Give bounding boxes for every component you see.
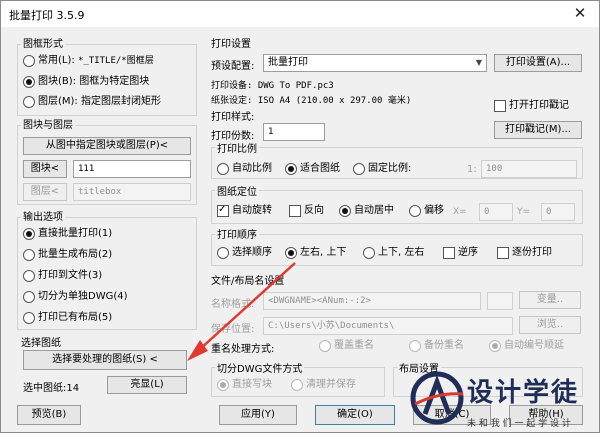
order-label: 打印顺序 — [215, 226, 259, 241]
block-name-input[interactable]: 111 — [73, 160, 191, 178]
duplicate-handling-label: 重名处理方式: — [211, 344, 275, 355]
watermark-name: 设计学徒 — [467, 378, 580, 408]
ok-button[interactable]: 确定(O) — [315, 405, 395, 425]
scale-fixed[interactable]: 固定比例: — [353, 162, 411, 176]
position-label: 图纸定位 — [215, 183, 259, 198]
print-stamp-button[interactable]: 打印戳记(M)... — [494, 121, 582, 139]
apply-button[interactable]: 应用(Y) — [219, 405, 297, 425]
dup-auto-number: 自动编号顺延 — [489, 339, 564, 353]
save-path-input: C:\Users\小苏\Documents\ — [263, 317, 513, 335]
layer-pick-button: 图层< — [23, 183, 67, 201]
frame-option-layer[interactable]: 图层(M): 指定图层封闭矩形 — [23, 95, 161, 109]
paper-line: 纸张设定: ISO A4 (210.00 x 297.00 毫米) — [211, 96, 412, 106]
copies-input[interactable]: 1 — [263, 123, 325, 141]
watermark-logo: 设计学徒 未 和 我 们 一 起 学 设 计 — [405, 368, 600, 434]
split-write-block: 直接写块 — [217, 378, 272, 392]
frame-option-block[interactable]: 图块(B): 图框为特定图块 — [23, 75, 149, 89]
scale-ratio-label: 1: — [467, 164, 477, 175]
reverse-checkbox[interactable]: 反向 — [289, 204, 324, 218]
layer-name-input: titlebox — [73, 183, 191, 201]
block-pick-button[interactable]: 图块< — [23, 160, 67, 178]
chevron-down-icon: ▼ — [475, 58, 482, 67]
dup-backup: 备份重名 — [409, 339, 464, 353]
output-print-to-file[interactable]: 打印到文件(3) — [23, 269, 102, 283]
offset-x-label: X= — [453, 207, 467, 217]
split-label: 切分DWG文件方式 — [215, 360, 305, 375]
save-path-label: 保存位置: — [211, 324, 255, 335]
dup-overwrite: 覆盖重名 — [319, 339, 374, 353]
output-direct-print[interactable]: 直接批量打印(1) — [23, 227, 112, 241]
print-settings-button[interactable]: 打印设置(A)... — [494, 54, 582, 72]
device-line: 打印设备: DWG To PDF.pc3 — [211, 81, 334, 91]
print-settings-label: 打印设置 — [209, 35, 253, 50]
preset-select[interactable]: 批量打印 ▼ — [263, 54, 487, 72]
offset-radio[interactable]: 偏移 — [409, 204, 444, 218]
offset-x-input: 0 — [479, 203, 513, 221]
close-icon[interactable]: ✕ — [571, 4, 589, 22]
preset-label: 预设配置: — [211, 61, 255, 72]
select-drawings-button[interactable]: 选择要处理的图纸(S) < — [23, 350, 187, 370]
frame-option-common[interactable]: 常用(L): *_TITLE/*图框层 — [23, 54, 154, 68]
reverse-order-checkbox[interactable]: 逆序 — [443, 246, 478, 260]
naming-label: 文件/布局名设置 — [209, 272, 287, 287]
scale-label: 打印比例 — [215, 140, 259, 155]
window-title: 批量打印 3.5.9 — [9, 9, 85, 22]
page-by-page-checkbox[interactable]: 逐份打印 — [497, 246, 552, 260]
output-split-dwg[interactable]: 切分为单独DWG(4) — [23, 290, 128, 304]
name-extra-input — [487, 292, 513, 310]
pick-block-layer-button[interactable]: 从图中指定图块或图层(P)< — [23, 137, 191, 155]
variables-button: 变量.. — [519, 291, 581, 309]
output-label: 输出选项 — [21, 208, 65, 223]
order-left-right[interactable]: 左右, 上下 — [285, 246, 346, 260]
scale-fit[interactable]: 适合图纸 — [285, 162, 340, 176]
highlight-button[interactable]: 亮显(L) — [107, 376, 187, 394]
offset-y-label: Y= — [517, 207, 531, 217]
style-line: 打印样式: — [211, 112, 255, 123]
name-format-label: 名称格式: — [211, 299, 255, 310]
block-layer-label: 图块与图层 — [21, 116, 75, 131]
select-drawings-label: 选择图纸 — [21, 338, 61, 349]
output-generate-layout[interactable]: 批量生成布局(2) — [23, 248, 112, 262]
browse-button: 浏览.. — [519, 316, 581, 334]
output-print-existing-layout[interactable]: 打印已有布局(5) — [23, 311, 112, 325]
auto-center-radio[interactable]: 自动居中 — [339, 204, 394, 218]
title-bar: 批量打印 3.5.9 ✕ — [1, 1, 599, 27]
preview-button[interactable]: 预览(B) — [17, 405, 81, 425]
split-clean-save: 清理并保存 — [291, 378, 356, 392]
auto-rotate-checkbox[interactable]: 自动旋转 — [217, 203, 272, 218]
open-stamp-checkbox[interactable]: 打开打印戳记 — [494, 99, 569, 113]
scale-auto[interactable]: 自动比例 — [217, 162, 272, 176]
selected-count: 选中图纸:14 — [23, 383, 80, 394]
batch-print-dialog: 批量打印 3.5.9 ✕ 图框形式 常用(L): *_TITLE/*图框层 图块… — [0, 0, 600, 433]
watermark-slogan: 未 和 我 们 一 起 学 设 计 — [467, 419, 571, 429]
frame-style-label: 图框形式 — [21, 35, 65, 50]
offset-y-input: 0 — [541, 203, 575, 221]
name-format-input: <DWGNAME><ANum:-:2> — [263, 292, 481, 310]
order-select-sequence[interactable]: 选择顺序 — [217, 246, 272, 260]
scale-ratio-input: 100 — [481, 160, 577, 178]
order-top-bottom[interactable]: 上下, 左右 — [363, 246, 424, 260]
